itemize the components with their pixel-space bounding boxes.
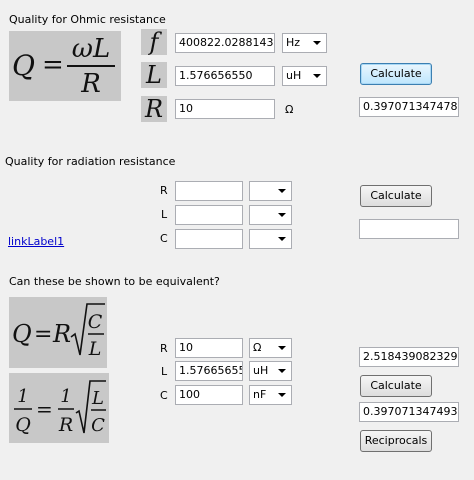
ohmic-section-title: Quality for Ohmic resistance [9,13,166,26]
resistance-input[interactable]: 10 [175,99,275,119]
l-symbol: L [141,62,167,88]
f-symbol: f [141,29,167,55]
equiv-calculate-button[interactable]: Calculate [360,375,432,397]
equiv-q-result[interactable]: 2.51843908232974 [359,347,459,367]
equiv-inverse-result[interactable]: 0.39707134749311 [359,402,459,422]
equivalent-section-title: Can these be shown to be equivalent? [9,275,220,288]
formula-equals: = [42,50,64,80]
rhs-numerator: 1 [60,386,71,407]
inverse-q-formula-graphic: 1 Q = 1 R L C [14,380,106,436]
q-sqrt-formula: Q = R C L [9,297,107,368]
equals-sign: = [36,397,53,421]
inverse-q-formula: 1 Q = 1 R L C [9,373,109,443]
chevron-down-icon [278,237,286,241]
equiv-l-label: L [161,365,168,378]
radiation-r-label: R [160,184,168,197]
ohmic-calculate-button[interactable]: Calculate [360,63,432,85]
formula-numerator: ωL [71,34,111,64]
equiv-c-input[interactable]: 100 [175,385,243,405]
formula-lhs: Q [12,49,35,82]
lhs-denominator: Q [15,414,31,436]
formula-denominator: R [81,69,101,99]
reciprocals-button[interactable]: Reciprocals [360,430,432,452]
lhs-numerator: 1 [17,386,28,407]
inductance-unit-value: uH [286,69,302,82]
radiation-l-label: L [161,208,168,221]
frequency-unit-select[interactable]: Hz [282,33,327,53]
radiation-section-title: Quality for radiation resistance [5,155,176,168]
radiation-l-unit-select[interactable] [249,205,292,225]
equiv-c-unit-value: nF [253,388,267,401]
sqrt-denominator: L [88,338,102,360]
equals-sign: = [34,322,52,347]
ohmic-q-formula: Q = ωL R [9,31,121,101]
radiation-l-input[interactable] [175,205,243,225]
chevron-down-icon [313,41,321,45]
equiv-r-unit-select[interactable]: Ω [249,338,292,358]
sqrt-numerator: C [88,311,103,333]
chevron-down-icon [278,213,286,217]
sqrt-numerator: L [91,388,104,409]
radiation-c-unit-select[interactable] [249,229,292,249]
equiv-l-unit-select[interactable]: uH [249,361,292,381]
chevron-down-icon [278,369,286,373]
radiation-c-label: C [160,232,168,245]
radiation-q-result[interactable] [359,219,459,239]
equiv-c-label: C [160,389,168,402]
resistance-unit-label: Ω [285,103,294,116]
equiv-c-unit-select[interactable]: nF [249,385,292,405]
radiation-r-input[interactable] [175,181,243,201]
chevron-down-icon [278,393,286,397]
frequency-unit-value: Hz [286,36,301,49]
r-coefficient: R [52,320,71,348]
q-sqrt-formula-graphic: Q = R C L [12,303,105,360]
chevron-down-icon [278,346,286,350]
chevron-down-icon [313,74,321,78]
inductance-unit-select[interactable]: uH [282,66,327,86]
chevron-down-icon [278,189,286,193]
inductance-input[interactable]: 1.576656550 [175,66,275,86]
sqrt-denominator: C [91,415,105,436]
radiation-calculate-button[interactable]: Calculate [360,185,432,207]
q-lhs: Q [12,320,32,348]
radiation-r-unit-select[interactable] [249,181,292,201]
radiation-c-input[interactable] [175,229,243,249]
equiv-l-input[interactable]: 1.576656550 [175,361,243,381]
frequency-input[interactable]: 400822.028814328 [175,33,275,53]
formula-fraction-bar [67,65,115,67]
ohmic-q-result[interactable]: 0.39707134747898 [359,97,459,117]
equiv-r-unit-value: Ω [253,341,262,354]
equiv-r-input[interactable]: 10 [175,338,243,358]
r-symbol: R [141,96,167,122]
rhs-denominator: R [58,414,73,436]
equiv-l-unit-value: uH [253,364,269,377]
equiv-r-label: R [160,342,168,355]
link-label[interactable]: linkLabel1 [8,235,64,248]
